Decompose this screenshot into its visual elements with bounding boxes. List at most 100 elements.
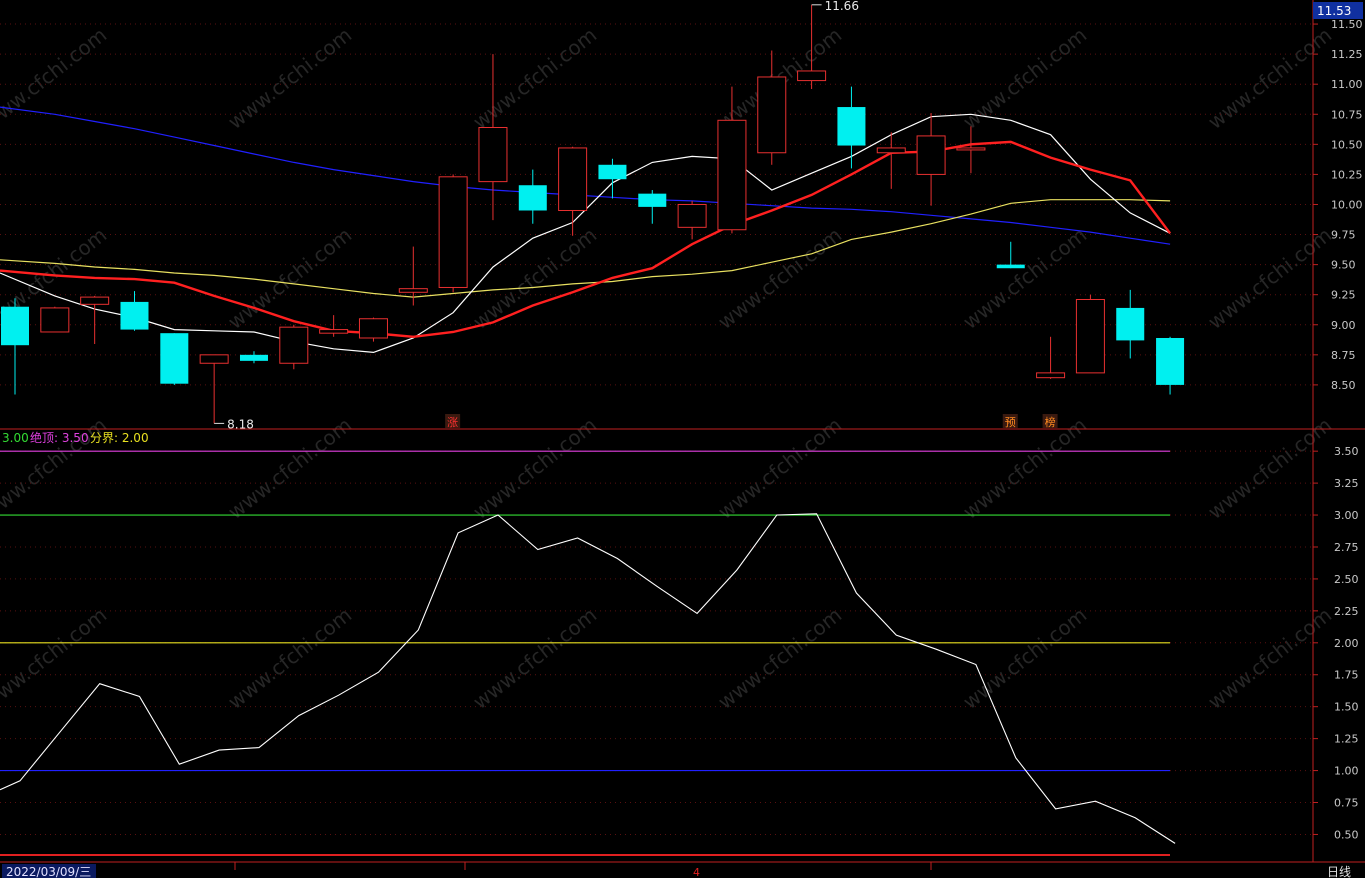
legend-value-3: 分界: 2.00: [90, 431, 149, 445]
candle[interactable]: [837, 86, 866, 169]
candle-body: [1036, 372, 1066, 379]
indicator-tick-label: 2.00: [1334, 637, 1359, 650]
indicator-tick-label: 1.50: [1334, 701, 1359, 714]
candle[interactable]: [40, 306, 70, 333]
date-label: 2022/03/09/三: [6, 865, 91, 878]
candle-body: [478, 126, 508, 183]
candle-body: [916, 135, 946, 175]
candle[interactable]: [120, 291, 149, 331]
candlestick-series[interactable]: [1, 4, 1185, 424]
legend-value-1: 3.00: [2, 431, 29, 445]
month-marker: 4: [693, 866, 700, 878]
chart-frame: [0, 0, 1365, 863]
candle[interactable]: [239, 351, 268, 364]
candle-body: [160, 333, 189, 384]
candle-body: [876, 147, 906, 154]
candle[interactable]: [638, 190, 667, 224]
candle[interactable]: [438, 174, 468, 293]
price-tick-label: 10.00: [1331, 198, 1363, 211]
watermark-text: www.cfchi.com: [713, 223, 846, 334]
indicator-tick-label: 2.75: [1334, 541, 1359, 554]
candle[interactable]: [358, 317, 388, 342]
candle[interactable]: [199, 354, 229, 424]
signal-marker-text: 榜: [1045, 415, 1056, 429]
candle-body: [80, 296, 110, 305]
candle-body: [598, 164, 627, 180]
indicator-tick-label: 1.25: [1334, 733, 1359, 746]
watermark-text: www.cfchi.com: [958, 23, 1091, 134]
price-tick-label: 10.50: [1331, 138, 1363, 151]
price-tick-label: 11.50: [1331, 18, 1363, 31]
watermark-text: www.cfchi.com: [468, 223, 601, 334]
candle[interactable]: [518, 169, 547, 224]
watermark-text: www.cfchi.com: [223, 603, 356, 714]
candle-body: [40, 307, 70, 333]
candle[interactable]: [319, 315, 349, 337]
indicator-legend: 3.00 绝顶: 3.50 分界: 2.00: [2, 430, 149, 445]
indicator-tick-label: 3.25: [1334, 477, 1359, 490]
watermark-text: www.cfchi.com: [958, 223, 1091, 334]
bottom-time-bar: 2022/03/09/三 4 日线: [2, 862, 1351, 878]
signal-marker-text: 涨: [447, 416, 458, 429]
candle[interactable]: [1075, 294, 1105, 374]
watermark-text: www.cfchi.com: [1203, 23, 1336, 134]
candle[interactable]: [1, 298, 29, 395]
signal-markers: 涨预榜: [445, 414, 1058, 429]
price-axis: 11.50 11.25 11.00 10.75 10.50 10.25 10.00 9.75 9…: [1313, 18, 1363, 392]
candle-body: [717, 119, 747, 231]
indicator-axis: 3.50 3.25 3.00 2.75 2.50 2.25 2.00 1.75 1.50 1.25…: [1313, 445, 1359, 841]
candle-body: [1, 306, 29, 346]
indicator-tick-label: 0.50: [1334, 828, 1359, 841]
watermark-layer: www.cfchi.com www.cfchi.com www.cfchi.com w…: [0, 23, 1336, 714]
candle-body: [438, 176, 468, 288]
indicator-tick-label: 1.75: [1334, 669, 1359, 682]
candle[interactable]: [956, 126, 986, 174]
candle-body: [358, 318, 388, 339]
candle[interactable]: [1116, 289, 1145, 359]
candle[interactable]: [916, 113, 946, 206]
price-tick-label: 9.25: [1331, 289, 1356, 302]
candle[interactable]: [1036, 336, 1066, 379]
watermark-text: www.cfchi.com: [223, 23, 356, 134]
current-price-badge: 11.53: [1313, 2, 1363, 19]
period-label[interactable]: 日线: [1327, 865, 1351, 878]
candle-body: [558, 147, 588, 211]
candle[interactable]: [478, 54, 508, 221]
indicator-tick-label: 3.00: [1334, 509, 1359, 522]
price-tick-label: 9.50: [1331, 259, 1356, 272]
watermark-text: www.cfchi.com: [468, 603, 601, 714]
signal-marker: 榜: [1042, 414, 1058, 429]
indicator-tick-label: 0.75: [1334, 797, 1359, 810]
price-tick-label: 8.50: [1331, 379, 1356, 392]
watermark-text: www.cfchi.com: [468, 23, 601, 134]
legend-value-2: 绝顶: 3.50: [30, 430, 89, 445]
price-tick-label: 9.00: [1331, 319, 1356, 332]
candle[interactable]: [876, 132, 906, 189]
watermark-text: www.cfchi.com: [0, 23, 111, 134]
signal-marker-text: 预: [1005, 416, 1016, 429]
candle[interactable]: [677, 200, 707, 240]
watermark-text: www.cfchi.com: [1203, 603, 1336, 714]
high-price-label: 11.66: [825, 0, 859, 13]
candle[interactable]: [80, 295, 110, 345]
indicator-tick-label: 3.50: [1334, 445, 1359, 458]
candle[interactable]: [160, 333, 189, 385]
candle-body: [1075, 299, 1105, 374]
stock-chart[interactable]: www.cfchi.com www.cfchi.com www.cfchi.com w…: [0, 0, 1365, 878]
price-tick-label: 10.25: [1331, 168, 1363, 181]
candle-body: [996, 264, 1025, 269]
price-tick-label: 10.75: [1331, 108, 1363, 121]
indicator-tick-label: 2.50: [1334, 573, 1359, 586]
candle[interactable]: [1156, 336, 1185, 395]
watermark-text: www.cfchi.com: [958, 603, 1091, 714]
candle[interactable]: [558, 146, 588, 236]
low-price-label: 8.18: [227, 417, 254, 431]
candle[interactable]: [279, 324, 309, 370]
current-price-text: 11.53: [1317, 4, 1351, 18]
candle-body: [1116, 307, 1145, 341]
candle-body: [319, 329, 349, 334]
candle-body: [199, 354, 229, 364]
candle-body: [279, 326, 309, 364]
indicator-tick-label: 1.00: [1334, 765, 1359, 778]
price-tick-label: 11.00: [1331, 78, 1363, 91]
